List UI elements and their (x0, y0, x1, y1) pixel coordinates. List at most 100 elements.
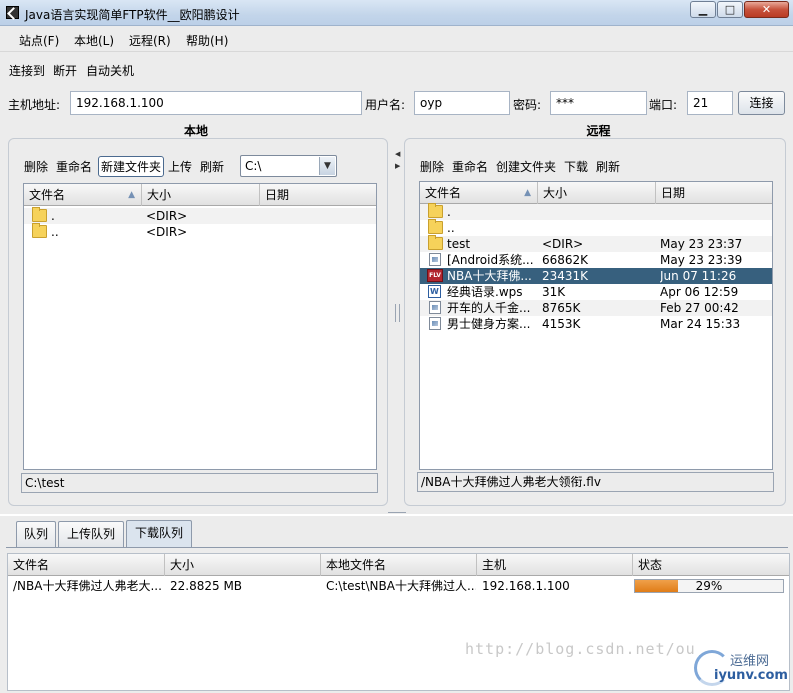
folder-icon (428, 219, 443, 234)
menu-bar: 站点(F) 本地(L) 远程(R) 帮助(H) (0, 26, 793, 52)
auto-shutdown-button[interactable]: 自动关机 (86, 62, 134, 79)
file-name: 开车的人千金... (447, 301, 531, 315)
create-folder-button[interactable]: 创建文件夹 (496, 158, 556, 175)
file-name: .. (51, 225, 59, 239)
user-label: 用户名: (365, 98, 406, 112)
col-date[interactable]: 日期 (260, 184, 376, 206)
menu-site[interactable]: 站点(F) (19, 32, 59, 49)
local-rename-button[interactable]: 重命名 (56, 158, 92, 175)
drive-select[interactable]: C:\ ▼ (240, 155, 337, 177)
remote-rename-button[interactable]: 重命名 (452, 158, 488, 175)
split-divider[interactable]: ◀ ▶ (392, 118, 404, 510)
col-filename[interactable]: 文件名 ▲ (420, 182, 538, 204)
remote-file-table[interactable]: 文件名 ▲ 大小 日期 ... test <DIR> May 23 23:37 [Andr… (419, 181, 773, 470)
file-row[interactable]: . (420, 203, 772, 220)
file-size: 31K (542, 285, 566, 299)
file-row[interactable]: . <DIR> (24, 207, 376, 224)
queue-host: 192.168.1.100 (482, 579, 570, 593)
file-name: . (51, 209, 55, 223)
host-label: 主机地址: (8, 98, 61, 112)
file-name: test (447, 237, 471, 251)
queue-name: /NBA十大拜佛过人弗老大... (13, 579, 162, 593)
col-filename[interactable]: 文件名 ▲ (24, 184, 142, 206)
host-input[interactable]: 192.168.1.100 (70, 91, 362, 115)
remote-refresh-button[interactable]: 刷新 (596, 158, 620, 175)
queue-table[interactable]: 文件名 大小 本地文件名 主机 状态 /NBA十大拜佛过人弗老大... 22.88… (7, 553, 790, 691)
connect-button[interactable]: 连接 (738, 91, 785, 115)
app-icon (6, 6, 19, 19)
menu-help[interactable]: 帮助(H) (186, 32, 228, 49)
password-input[interactable]: *** (550, 91, 647, 115)
col-size[interactable]: 大小 (142, 184, 260, 206)
tab-queue[interactable]: 队列 (16, 521, 56, 547)
maximize-button[interactable]: □ (717, 1, 743, 18)
file-size: 66862K (542, 253, 589, 267)
queue-local: C:\test\NBA十大拜佛过人... (326, 579, 476, 593)
remote-tools: 删除 重命名 创建文件夹 下载 刷新 (420, 156, 640, 176)
minimize-button[interactable]: ▁ (690, 1, 716, 18)
port-label: 端口: (649, 98, 678, 112)
menu-remote[interactable]: 远程(R) (129, 32, 171, 49)
file-size: <DIR> (146, 209, 188, 223)
file-date: Jun 07 11:26 (660, 269, 737, 283)
remote-pane: 远程 删除 重命名 创建文件夹 下载 刷新 文件名 ▲ 大小 日期 ... test… (404, 118, 793, 510)
download-button[interactable]: 下载 (564, 158, 588, 175)
tab-download-queue[interactable]: 下载队列 (126, 520, 192, 548)
col-host[interactable]: 主机 (477, 554, 633, 576)
sort-asc-icon: ▲ (524, 188, 531, 198)
queue-size: 22.8825 MB (170, 579, 243, 593)
col-size[interactable]: 大小 (538, 182, 656, 204)
window-title: Java语言实现简单FTP软件__欧阳鹏设计 (25, 8, 240, 22)
file-date: May 23 23:37 (660, 237, 743, 251)
file-row[interactable]: .. <DIR> (24, 223, 376, 240)
folder-icon (428, 235, 443, 250)
local-pane: 本地 删除 重命名 新建文件夹 上传 刷新 C:\ ▼ 文件名 ▲ 大小 日期 .… (0, 118, 392, 510)
tab-upload-queue[interactable]: 上传队列 (58, 521, 124, 547)
progress-text: 29% (695, 579, 723, 593)
port-input[interactable]: 21 (687, 91, 733, 115)
remote-path: /NBA十大拜佛过人弗老大领衔.flv (417, 472, 774, 492)
file-name: . (447, 205, 451, 219)
username-input[interactable]: oyp (414, 91, 510, 115)
file-row[interactable]: 开车的人千金... 8765K Feb 27 00:42 (420, 300, 772, 316)
local-delete-button[interactable]: 删除 (24, 158, 48, 175)
image-file-icon (429, 253, 441, 266)
new-folder-button[interactable]: 新建文件夹 (98, 156, 165, 177)
file-date: Mar 24 15:33 (660, 317, 741, 331)
local-path: C:\test (21, 473, 378, 493)
file-name: 男士健身方案... (447, 317, 531, 331)
local-refresh-button[interactable]: 刷新 (200, 158, 224, 175)
file-row[interactable]: FLV NBA十大拜佛... 23431K Jun 07 11:26 (420, 268, 772, 284)
file-row[interactable]: test <DIR> May 23 23:37 (420, 235, 772, 252)
file-row[interactable]: .. (420, 219, 772, 236)
collapse-left-icon[interactable]: ◀ (395, 150, 400, 158)
file-row[interactable]: 经典语录.wps 31K Apr 06 12:59 (420, 284, 772, 300)
menu-local[interactable]: 本地(L) (74, 32, 114, 49)
collapse-right-icon[interactable]: ▶ (395, 162, 400, 170)
queue-table-header: 文件名 大小 本地文件名 主机 状态 (8, 554, 789, 576)
file-name: [Android系统... (447, 253, 534, 267)
remote-header: 远程 (586, 124, 611, 138)
disconnect-button[interactable]: 断开 (53, 62, 77, 79)
connect-to-button[interactable]: 连接到 (9, 62, 45, 79)
col-local-filename[interactable]: 本地文件名 (321, 554, 477, 576)
sort-asc-icon: ▲ (128, 190, 135, 200)
upload-button[interactable]: 上传 (168, 158, 192, 175)
col-filename[interactable]: 文件名 (8, 554, 165, 576)
queue-row[interactable]: /NBA十大拜佛过人弗老大... 22.8825 MB C:\test\NBA十大拜… (8, 578, 789, 594)
drive-value: C:\ (245, 159, 262, 173)
col-date[interactable]: 日期 (656, 182, 772, 204)
remote-delete-button[interactable]: 删除 (420, 158, 444, 175)
file-name: NBA十大拜佛... (447, 269, 532, 283)
local-file-table[interactable]: 文件名 ▲ 大小 日期 . <DIR>.. <DIR> (23, 183, 377, 470)
file-date: Apr 06 12:59 (660, 285, 739, 299)
file-row[interactable]: 男士健身方案... 4153K Mar 24 15:33 (420, 316, 772, 332)
queue-area: 队列 上传队列 下载队列 文件名 大小 本地文件名 主机 状态 /NBA十大拜佛… (0, 516, 793, 693)
file-row[interactable]: [Android系统... 66862K May 23 23:39 (420, 252, 772, 268)
divider-grip[interactable] (395, 304, 400, 322)
col-size[interactable]: 大小 (165, 554, 321, 576)
watermark-url: http://blog.csdn.net/ou (465, 640, 696, 658)
close-button[interactable]: ✕ (744, 1, 789, 18)
col-status[interactable]: 状态 (633, 554, 789, 576)
title-bar: Java语言实现简单FTP软件__欧阳鹏设计 ▁ □ ✕ (0, 0, 793, 26)
